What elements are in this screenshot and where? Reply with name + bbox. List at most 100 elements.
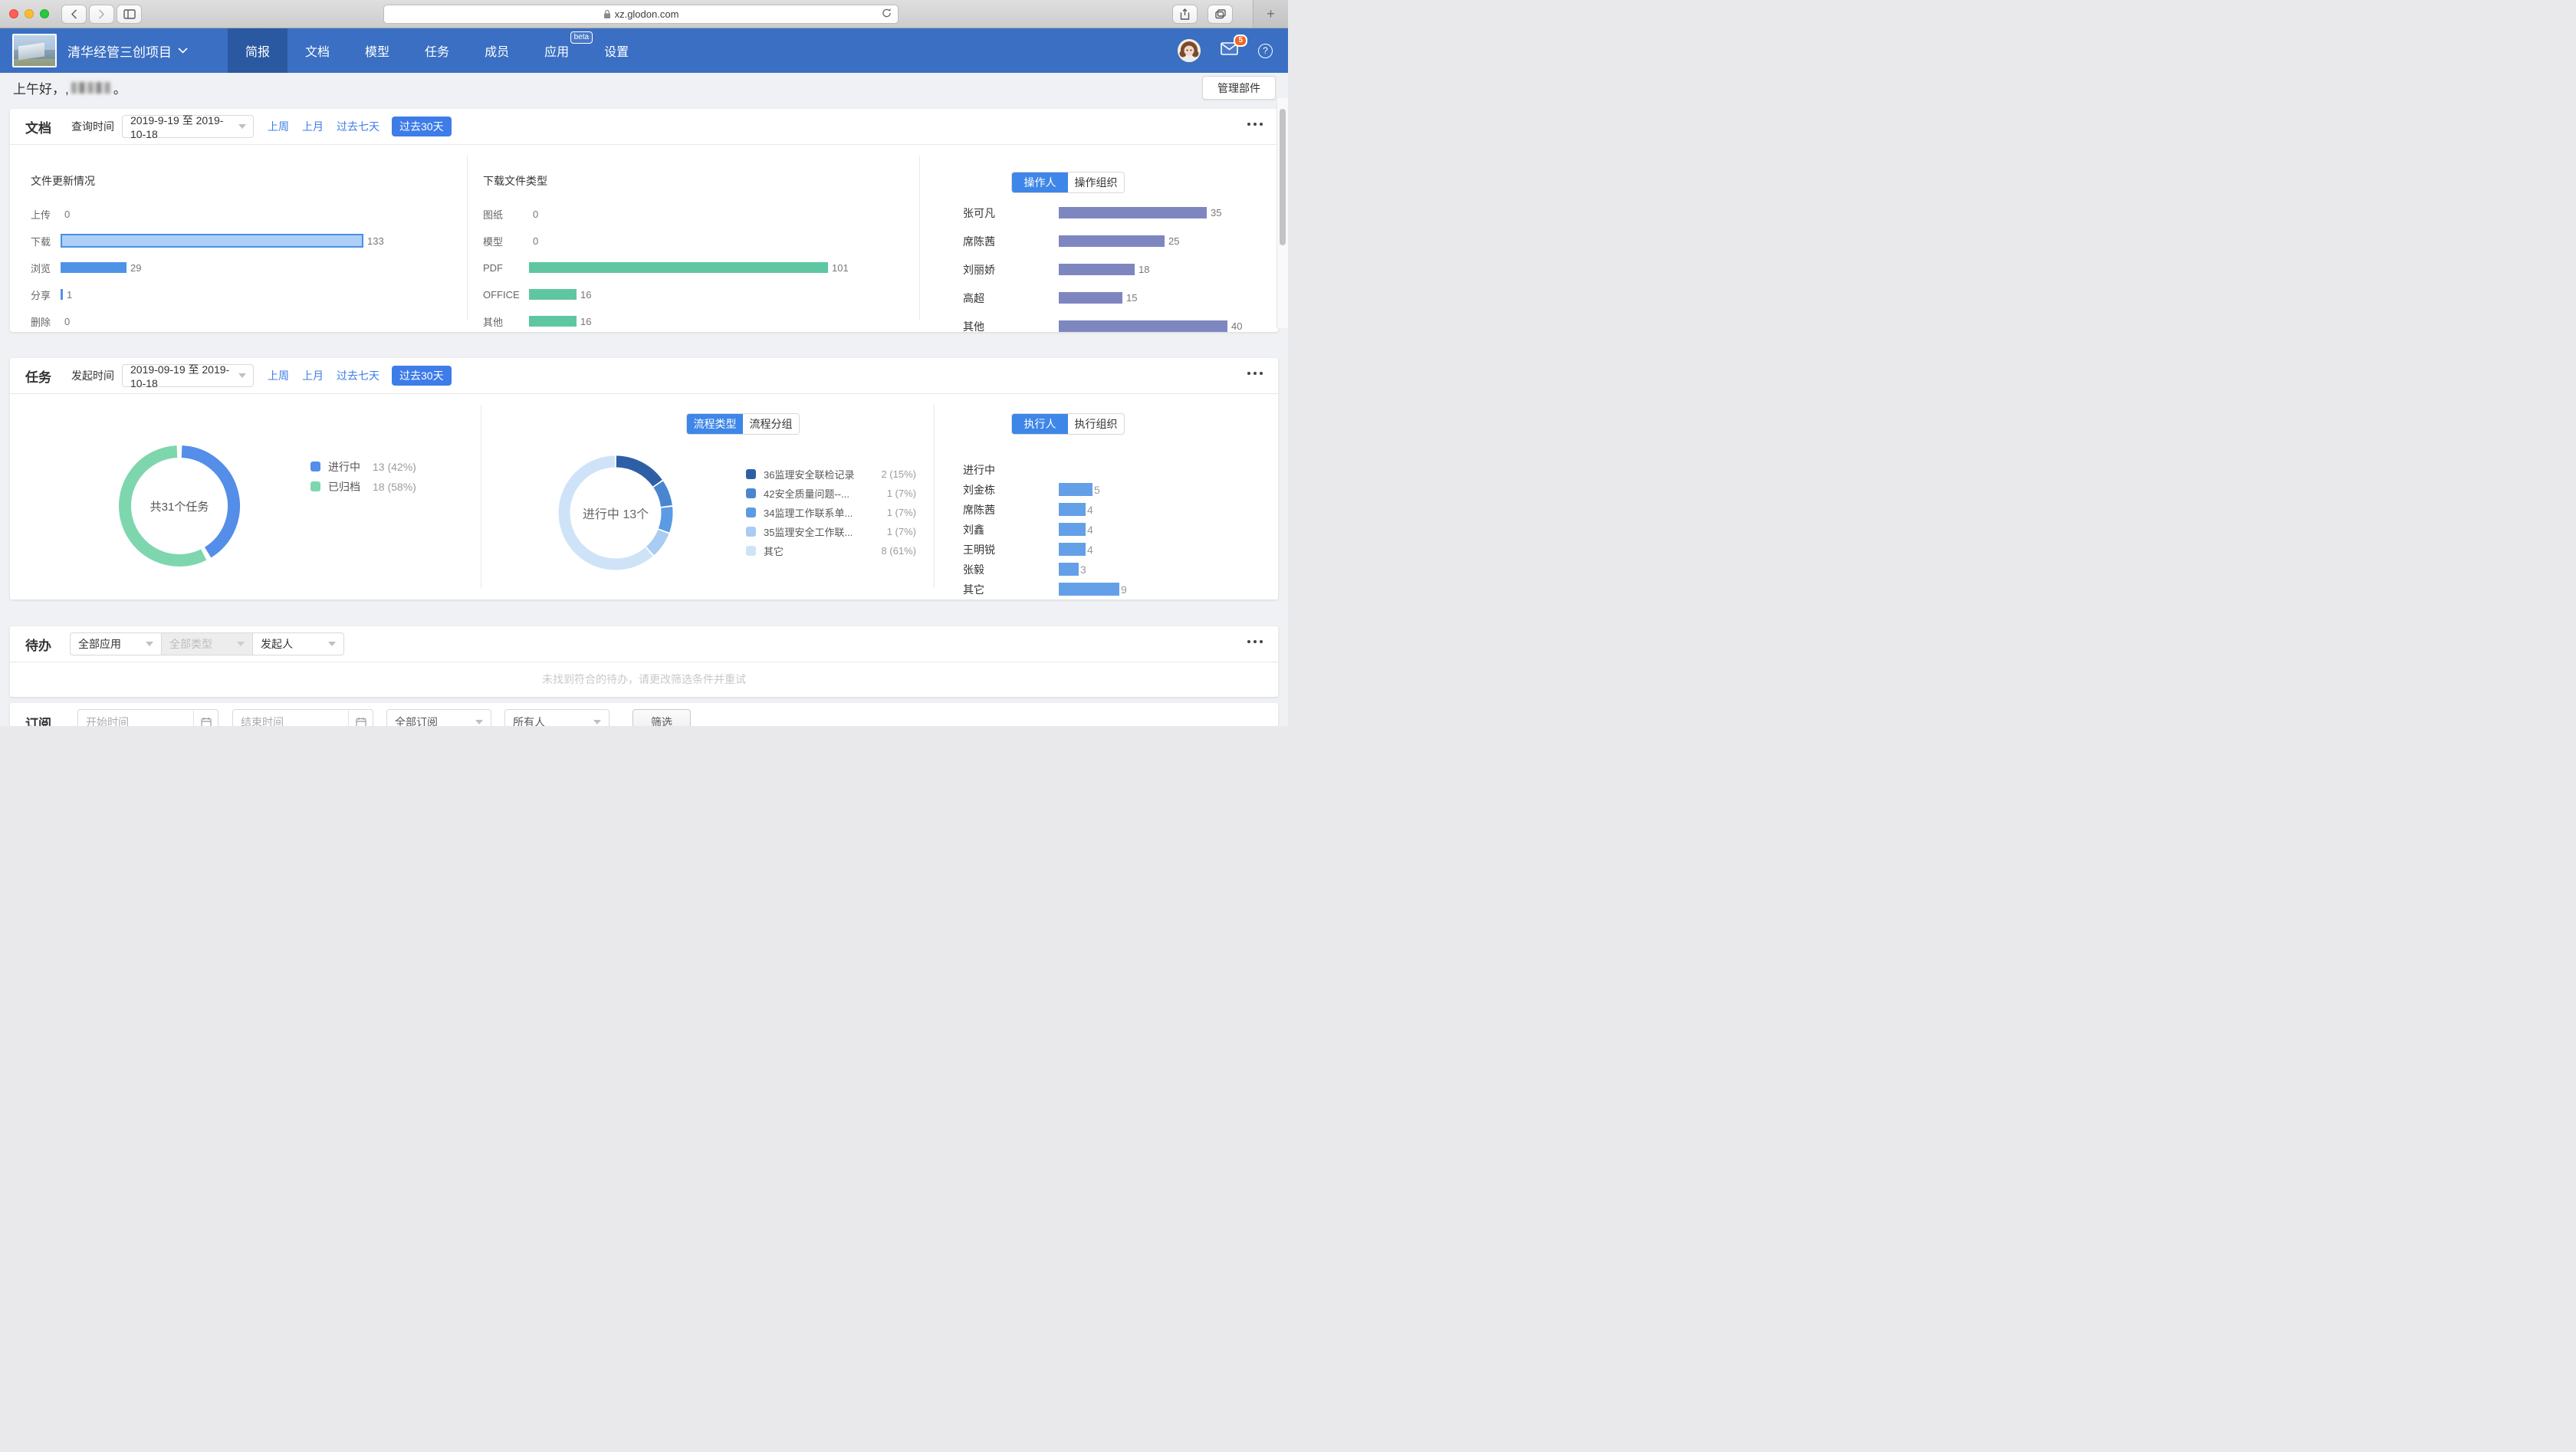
bar-label: 高超 (963, 291, 1059, 306)
user-avatar[interactable] (1178, 39, 1201, 62)
screen: xz.glodon.com + 清华经管三创项目 简报文档模型任务成员应用bet… (0, 0, 1288, 726)
legend-item-其它[interactable]: 其它8 (61%) (746, 546, 916, 556)
close-window-button[interactable] (9, 9, 18, 18)
tasks-card: 任务 发起时间 2019-09-19 至 2019-10-18 上周上月过去七天… (10, 358, 1278, 600)
new-tab-button[interactable]: + (1253, 0, 1288, 28)
quick-range-link-上周[interactable]: 上周 (268, 368, 289, 383)
subscribe-start-date-input[interactable]: 开始时间 (77, 709, 219, 726)
help-glyph: ? (1263, 45, 1268, 56)
toggle-option-流程分组[interactable]: 流程分组 (743, 414, 799, 434)
browser-chrome: xz.glodon.com + (0, 0, 1288, 28)
help-button[interactable]: ? (1258, 44, 1273, 58)
docs-range-30d-button[interactable]: 过去30天 (392, 117, 452, 136)
subscribe-row: 订阅 开始时间 结束时间 全部订阅 所有人 筛选 (10, 703, 1278, 726)
start-date-placeholder: 开始时间 (78, 715, 193, 726)
legend-item-进行中[interactable]: 进行中13 (42%) (310, 462, 416, 471)
tab-overview-button[interactable] (1208, 5, 1233, 24)
task-status-donut-center: 共31个任务 (112, 439, 247, 573)
subscribe-people-select[interactable]: 所有人 (504, 709, 610, 726)
nav-tab-简报[interactable]: 简报 (228, 28, 288, 73)
quick-range-link-过去七天[interactable]: 过去七天 (337, 119, 380, 134)
bar-label: 刘金栋 (963, 482, 1059, 498)
filter-button[interactable]: 筛选 (632, 709, 691, 726)
tasks-date-range-select[interactable]: 2019-09-19 至 2019-10-18 (122, 364, 254, 387)
nav-tab-应用[interactable]: 应用beta (527, 28, 586, 73)
bar-value: 5 (1094, 484, 1100, 496)
nav-tab-任务[interactable]: 任务 (407, 28, 467, 73)
tasks-range-30d-button[interactable]: 过去30天 (392, 366, 452, 386)
bar-row-下载: 下载133 (31, 235, 445, 246)
zoom-window-button[interactable] (40, 9, 49, 18)
quick-range-link-上周[interactable]: 上周 (268, 119, 289, 134)
bar-row-席陈茜: 席陈茜25 (919, 235, 1278, 247)
legend-item-已归档[interactable]: 已归档18 (58%) (310, 481, 416, 491)
bar-value: 0 (64, 316, 70, 327)
quick-range-link-过去七天[interactable]: 过去七天 (337, 368, 380, 383)
bar-row-其他: 其他40 (919, 320, 1278, 332)
bar (1059, 523, 1086, 536)
sidebar-toggle-button[interactable] (117, 5, 142, 24)
bar-value: 0 (533, 209, 538, 220)
docs-card-header: 文档 查询时间 2019-9-19 至 2019-10-18 上周上月过去七天 … (10, 109, 1278, 145)
nav-tab-模型[interactable]: 模型 (347, 28, 407, 73)
address-bar[interactable]: xz.glodon.com (383, 5, 899, 24)
bar-value: 0 (64, 209, 70, 220)
bar-label: 刘丽娇 (963, 262, 1059, 278)
nav-tab-label: 应用 (544, 41, 569, 60)
caret-down-icon (146, 642, 153, 646)
forward-button[interactable] (89, 5, 114, 24)
greeting: 上午好，, 。 (13, 78, 127, 97)
bar (1059, 292, 1122, 304)
subscribe-type-value: 全部订阅 (395, 715, 438, 726)
bar-value: 101 (832, 262, 849, 274)
project-switcher[interactable]: 清华经管三创项目 (67, 41, 188, 61)
bar (529, 316, 577, 327)
todo-filter-发起人[interactable]: 发起人 (252, 632, 344, 655)
toggle-option-操作组织[interactable]: 操作组织 (1068, 172, 1124, 192)
toggle-option-执行组织[interactable]: 执行组织 (1068, 414, 1124, 434)
download-types-title: 下载文件类型 (483, 173, 901, 189)
quick-range-link-上月[interactable]: 上月 (302, 368, 324, 383)
subscribe-type-select[interactable]: 全部订阅 (386, 709, 491, 726)
toggle-option-流程类型[interactable]: 流程类型 (687, 414, 743, 434)
share-button[interactable] (1172, 5, 1198, 24)
nav-tab-成员[interactable]: 成员 (467, 28, 527, 73)
manage-widgets-button[interactable]: 管理部件 (1202, 76, 1276, 100)
toggle-option-执行人[interactable]: 执行人 (1012, 414, 1068, 434)
quick-range-link-上月[interactable]: 上月 (302, 119, 324, 134)
minimize-window-button[interactable] (25, 9, 34, 18)
legend-item-35监理安全工作联...[interactable]: 35监理安全工作联...1 (7%) (746, 527, 916, 537)
file-updates-title: 文件更新情况 (31, 173, 445, 189)
scrollbar-thumb[interactable] (1280, 109, 1286, 245)
bar-value: 0 (533, 235, 538, 247)
tasks-more-button[interactable] (1247, 372, 1263, 375)
todo-filter-全部类型: 全部类型 (161, 632, 253, 655)
legend-swatch (746, 546, 756, 556)
refresh-icon[interactable] (882, 8, 892, 18)
todo-filters: 全部应用全部类型发起人 (70, 632, 344, 655)
caret-down-icon (238, 124, 246, 129)
bar-row-刘金栋: 刘金栋 5 (963, 483, 1278, 496)
docs-more-button[interactable] (1247, 123, 1263, 126)
legend-item-42安全质量问题--...[interactable]: 42安全质量问题--...1 (7%) (746, 488, 916, 498)
bar-label: 上传 (31, 207, 61, 222)
nav-tab-设置[interactable]: 设置 (586, 28, 646, 73)
docs-date-range-select[interactable]: 2019-9-19 至 2019-10-18 (122, 115, 254, 138)
todo-more-button[interactable] (1247, 640, 1263, 643)
legend-swatch (746, 469, 756, 479)
bar-row-图纸: 图纸0 (483, 209, 901, 219)
lock-icon (603, 9, 611, 19)
legend-item-36监理安全联检记录[interactable]: 36监理安全联检记录2 (15%) (746, 469, 916, 479)
back-button[interactable] (61, 5, 87, 24)
toggle-option-操作人[interactable]: 操作人 (1012, 172, 1068, 192)
nav-tab-文档[interactable]: 文档 (288, 28, 347, 73)
subscribe-end-date-input[interactable]: 结束时间 (232, 709, 373, 726)
todo-filter-全部应用[interactable]: 全部应用 (70, 632, 162, 655)
notifications-button[interactable]: 5 (1221, 42, 1238, 59)
legend-value: 1 (7%) (887, 488, 916, 499)
bar (1059, 207, 1207, 218)
flow-type-legend: 36监理安全联检记录2 (15%) 42安全质量问题--...1 (7%) 34监理… (746, 469, 916, 565)
bar (529, 262, 828, 273)
legend-item-34监理工作联系单...[interactable]: 34监理工作联系单...1 (7%) (746, 508, 916, 517)
bar (1059, 563, 1079, 576)
